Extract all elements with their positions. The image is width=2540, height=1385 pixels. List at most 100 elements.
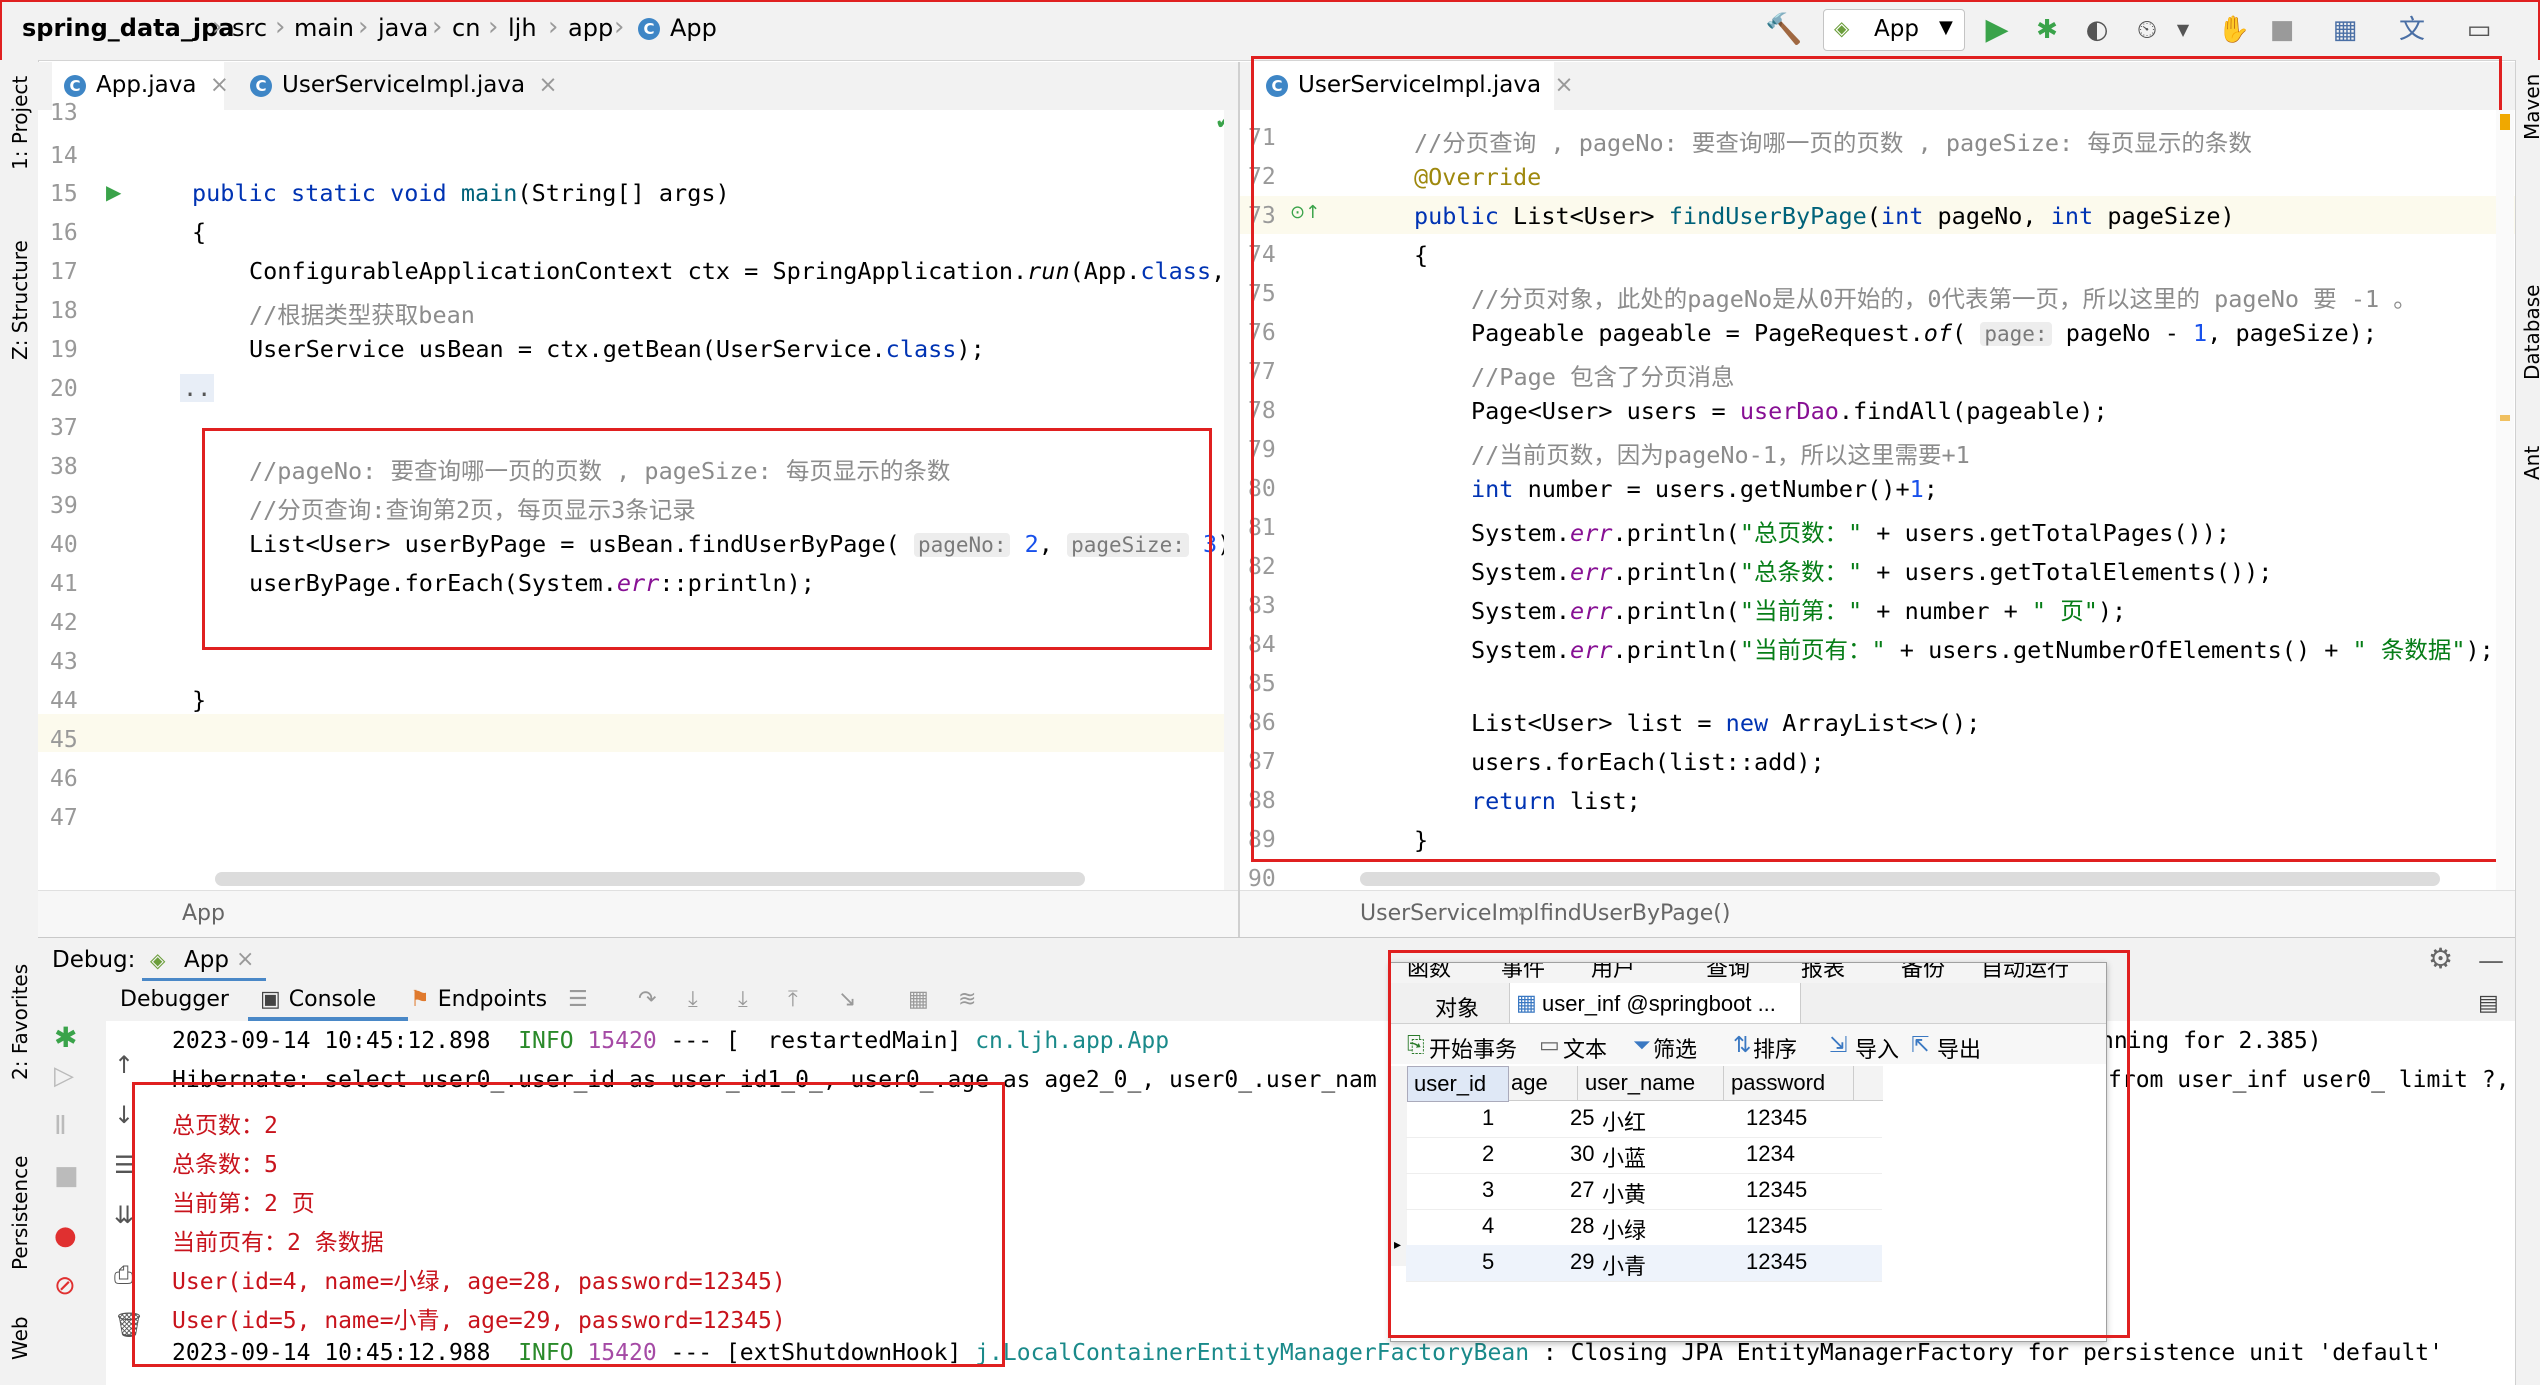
minimize-icon[interactable]: — <box>2478 946 2504 976</box>
breadcrumb-project[interactable]: spring_data_jpa <box>22 14 234 42</box>
close-icon[interactable]: × <box>1554 72 1573 98</box>
rerun-icon[interactable]: ✱ <box>54 1021 77 1054</box>
menu-item-backup[interactable]: 备份 <box>1901 963 1945 983</box>
right-editor-scrollbar[interactable] <box>2496 110 2514 890</box>
text-button[interactable]: 文本 <box>1563 1032 1607 1064</box>
filter-button[interactable]: 筛选 <box>1653 1032 1697 1064</box>
breadcrumb-footer-method[interactable]: findUserByPage() <box>1540 901 1730 926</box>
begin-transaction-button[interactable]: 开始事务 <box>1429 1032 1517 1064</box>
terminal-window-icon[interactable]: ▭ <box>2461 12 2497 48</box>
up-arrow-icon[interactable]: ↑ <box>114 1051 134 1079</box>
resume-icon[interactable]: ▷ <box>54 1061 74 1091</box>
layout-icon[interactable]: ▤ <box>2478 991 2499 1016</box>
debug-bug-icon[interactable]: ✱ <box>2029 12 2065 48</box>
maven-tool-tab[interactable]: Maven <box>2520 74 2540 140</box>
cell-age: 27 <box>1570 1177 1595 1202</box>
breadcrumb-footer[interactable]: App <box>182 901 225 926</box>
cell-password: 12345 <box>1746 1105 1808 1130</box>
ant-tool-tab[interactable]: Ant <box>2520 446 2540 480</box>
step-into-icon[interactable]: ⤓ <box>688 987 698 1012</box>
clear-icon[interactable]: 🗑 <box>114 1311 144 1339</box>
breadcrumb-src[interactable]: src <box>232 14 267 42</box>
column-label: user_name <box>1585 1070 1696 1095</box>
pause-icon[interactable]: Ⅱ <box>54 1111 67 1141</box>
tab-objects[interactable]: 对象 <box>1435 991 1479 1023</box>
database-tool-tab[interactable]: Database <box>2520 285 2540 380</box>
run-icon[interactable]: ▶ <box>1979 12 2015 48</box>
print-icon[interactable]: ⎙ <box>114 1261 133 1289</box>
tab-userserviceimpl-java[interactable]: C UserServiceImpl.java × <box>238 62 568 110</box>
tab-debugger[interactable]: Debugger <box>120 987 229 1012</box>
run-config-select[interactable]: ◈ App ▼ <box>1823 9 1965 51</box>
db-grid-body[interactable]: 1 25 小红 12345 2 30 小蓝 1234 3 27 小黄 12345… <box>1406 1101 1882 1282</box>
right-editor-hscrollbar[interactable] <box>1360 872 2440 886</box>
left-editor-scrollbar[interactable] <box>1224 110 1238 890</box>
persistence-tool-tab[interactable]: Persistence <box>8 1156 32 1270</box>
menu-item-users[interactable]: 用户 <box>1591 963 1635 983</box>
project-tool-tab[interactable]: 1: Project <box>8 76 32 170</box>
run-to-cursor-icon[interactable]: ↘ <box>838 987 856 1012</box>
step-over-icon[interactable]: ↷ <box>638 987 656 1012</box>
tab-user-inf[interactable]: ▦ user_inf @springboot ... <box>1509 983 1801 1023</box>
project-structure-icon[interactable]: ▦ <box>2327 12 2363 48</box>
breadcrumb-java[interactable]: java <box>378 14 428 42</box>
stop-icon[interactable]: ■ <box>54 1161 79 1191</box>
override-gutter-icon[interactable]: ⊙↑ <box>1290 202 1320 223</box>
menu-item-events[interactable]: 事件 <box>1501 963 1545 983</box>
table-row-selected[interactable]: 5 29 小青 12345 <box>1406 1245 1882 1282</box>
table-row[interactable]: 1 25 小红 12345 <box>1406 1101 1882 1138</box>
left-editor-hscrollbar[interactable] <box>215 872 1085 886</box>
trace-icon[interactable]: ≋ <box>958 987 976 1012</box>
breadcrumb-class[interactable]: C App <box>638 14 717 42</box>
debug-config-tab[interactable]: ◈ App × <box>144 940 264 980</box>
force-step-into-icon[interactable]: ⤓ <box>738 987 748 1012</box>
table-row[interactable]: 4 28 小绿 12345 <box>1406 1209 1882 1246</box>
web-tool-tab[interactable]: Web <box>8 1316 32 1360</box>
tab-userserviceimpl-java-right[interactable]: C UserServiceImpl.java × <box>1254 62 1574 114</box>
favorites-tool-tab[interactable]: 2: Favorites <box>8 964 32 1080</box>
close-icon[interactable]: × <box>236 947 254 972</box>
folded-code-region[interactable]: .. <box>180 374 215 402</box>
step-out-icon[interactable]: ⤒ <box>788 987 798 1012</box>
breakpoints-icon[interactable]: ● <box>54 1221 77 1251</box>
tab-endpoints[interactable]: ⚑ Endpoints <box>410 987 547 1012</box>
coverage-icon[interactable]: ◐ <box>2079 12 2115 48</box>
column-header-password[interactable]: password <box>1723 1066 1854 1100</box>
sort-button[interactable]: 排序 <box>1753 1032 1797 1064</box>
profile-dropdown-icon[interactable]: ▼ <box>2165 12 2201 48</box>
breadcrumb-ljh[interactable]: ljh <box>508 14 537 42</box>
breadcrumb-cn[interactable]: cn <box>452 14 480 42</box>
stop-icon[interactable]: ■ <box>2264 12 2300 48</box>
export-button[interactable]: 导出 <box>1937 1032 1981 1064</box>
scroll-to-end-icon[interactable]: ⇊ <box>114 1201 134 1229</box>
menu-item-reports[interactable]: 报表 <box>1801 963 1845 983</box>
structure-tool-tab[interactable]: Z: Structure <box>8 240 32 360</box>
breadcrumb-main[interactable]: main <box>294 14 354 42</box>
menu-item-functions[interactable]: 函数 <box>1407 963 1451 983</box>
profile-icon[interactable]: ⏲ <box>2129 12 2165 48</box>
evaluate-icon[interactable]: ▦ <box>908 987 929 1012</box>
mute-breakpoints-icon[interactable]: ⊘ <box>54 1271 76 1301</box>
column-header-age[interactable]: age <box>1507 1066 1578 1100</box>
column-header-user-id[interactable]: user_id <box>1407 1066 1509 1102</box>
menu-item-query[interactable]: 查询 <box>1706 963 1750 983</box>
translate-icon[interactable]: 文 <box>2394 12 2430 48</box>
table-row[interactable]: 2 30 小蓝 1234 <box>1406 1137 1882 1174</box>
run-gutter-icon[interactable]: ▶ <box>106 180 121 204</box>
gear-icon[interactable]: ⚙ <box>2428 942 2453 975</box>
tab-app-java[interactable]: C App.java × <box>52 62 229 114</box>
tab-console[interactable]: ▣ Console <box>260 987 376 1012</box>
menu-icon[interactable]: ☰ <box>568 987 588 1012</box>
soft-wrap-icon[interactable]: ☰ <box>114 1151 136 1179</box>
close-icon[interactable]: × <box>538 72 557 98</box>
breadcrumb-footer-class[interactable]: UserServiceImpl <box>1360 901 1539 926</box>
down-arrow-icon[interactable]: ↓ <box>114 1101 134 1129</box>
build-hammer-icon[interactable]: 🔨 <box>1765 12 1802 48</box>
attach-icon[interactable]: ✋ <box>2216 12 2252 48</box>
column-header-user-name[interactable]: user_name <box>1577 1066 1724 1100</box>
close-icon[interactable]: × <box>210 72 229 98</box>
breadcrumb-app[interactable]: app <box>568 14 613 42</box>
import-button[interactable]: 导入 <box>1855 1032 1899 1064</box>
table-row[interactable]: 3 27 小黄 12345 <box>1406 1173 1882 1210</box>
menu-item-autorun[interactable]: 自动运行 <box>1981 963 2069 983</box>
